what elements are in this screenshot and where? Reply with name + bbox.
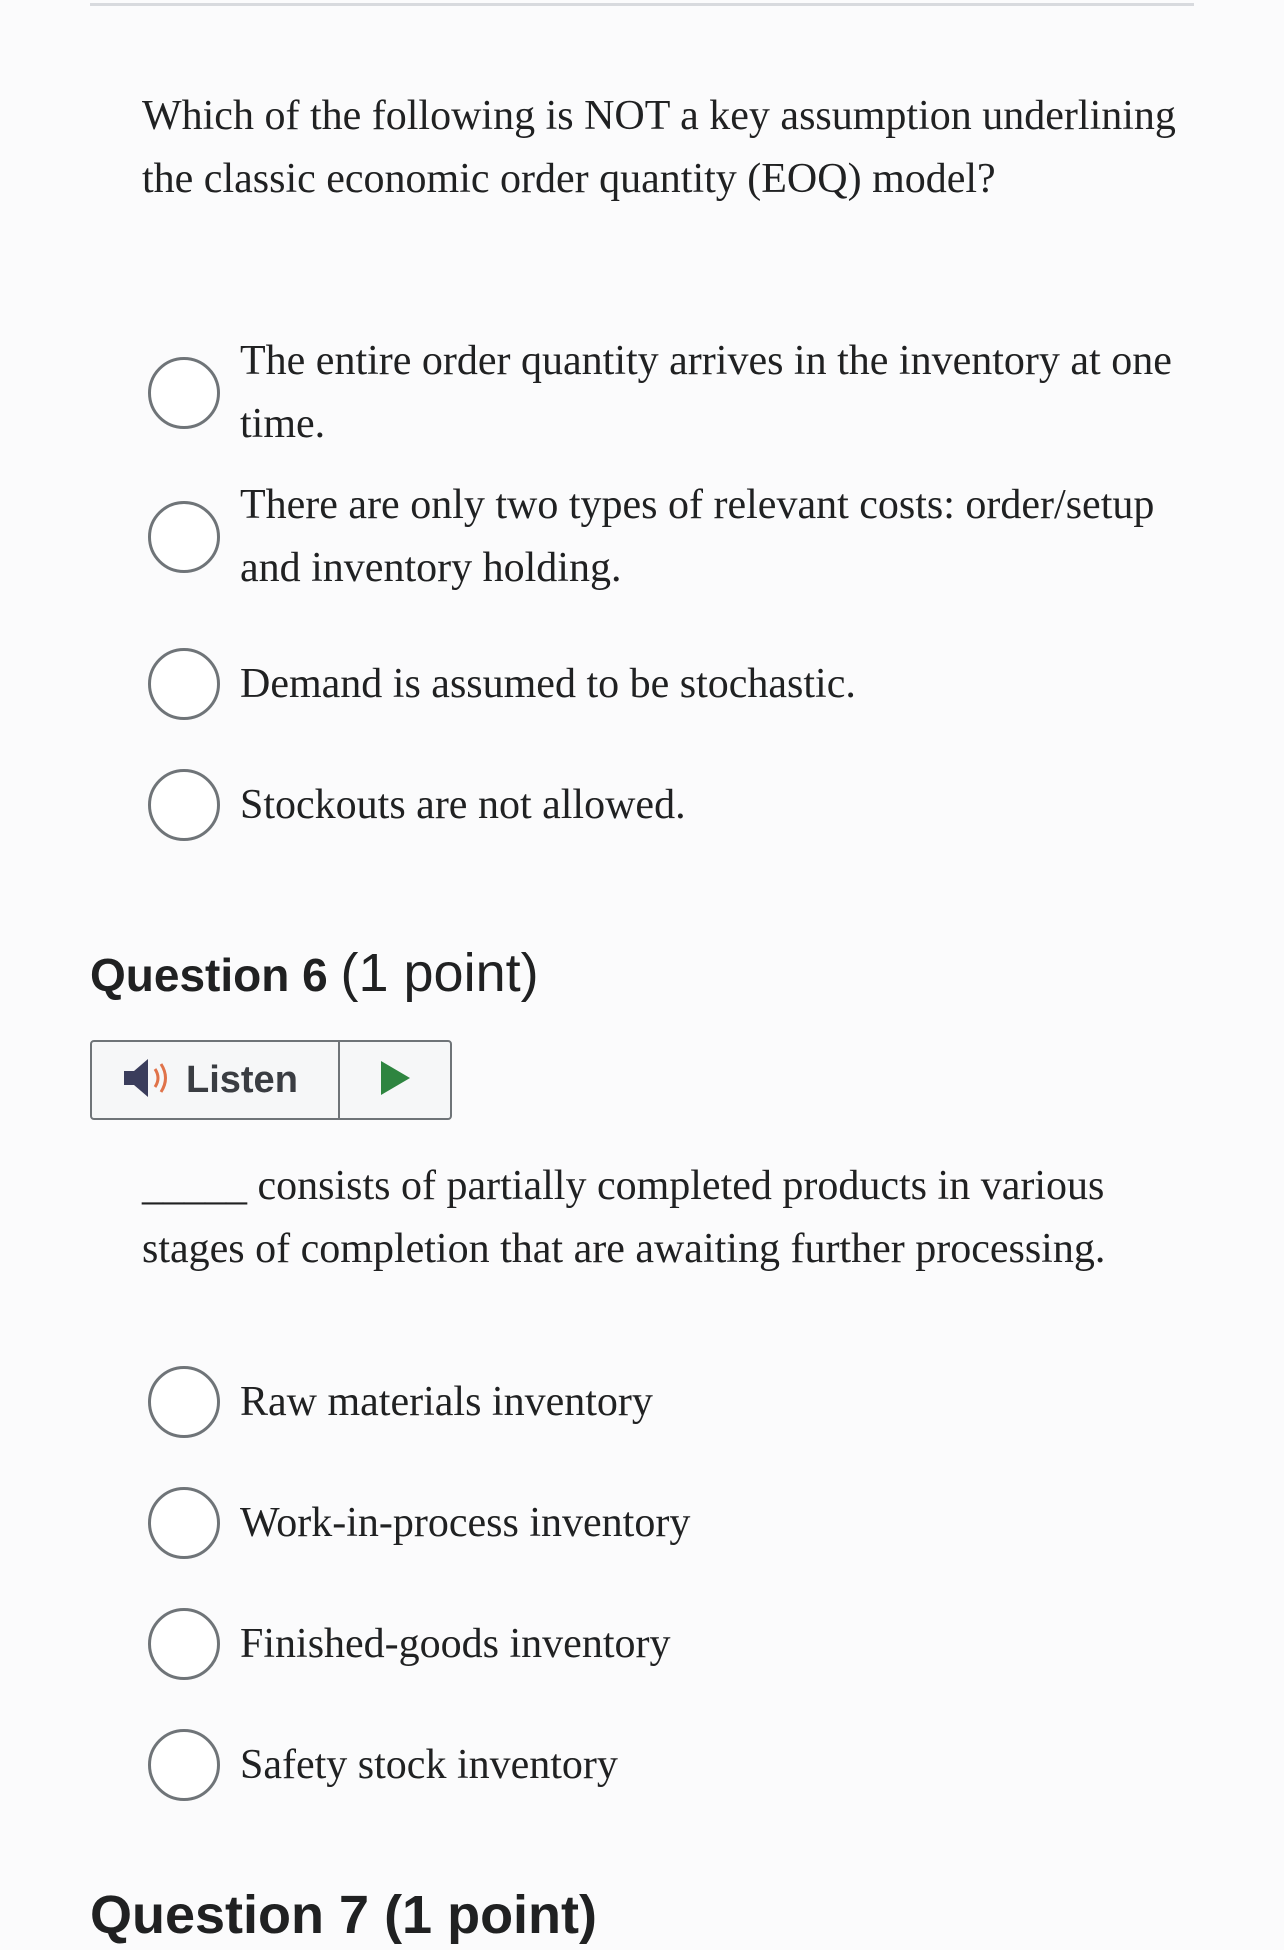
radio-unchecked-icon[interactable] <box>148 501 220 573</box>
listen-button[interactable]: Listen <box>92 1042 340 1118</box>
radio-unchecked-icon[interactable] <box>148 357 220 429</box>
radio-unchecked-icon[interactable] <box>148 1729 220 1801</box>
option-label: Finished-goods inventory <box>240 1620 671 1667</box>
question-5-text: Which of the following is NOT a key assu… <box>142 93 1176 202</box>
listen-label: Listen <box>186 1058 298 1101</box>
question-7-points: (1 point) <box>384 1885 598 1945</box>
question-6-title: Question 6 <box>90 949 328 1001</box>
option-label: Work-in-process inventory <box>240 1499 691 1546</box>
question-6-points: (1 point) <box>340 943 539 1003</box>
option-label: Safety stock inventory <box>240 1741 618 1788</box>
play-icon <box>377 1058 413 1103</box>
radio-unchecked-icon[interactable] <box>148 1608 220 1680</box>
question-5-option-2[interactable]: There are only two types of relevant cos… <box>148 474 1208 600</box>
radio-unchecked-icon[interactable] <box>148 1487 220 1559</box>
question-5-option-3[interactable]: Demand is assumed to be stochastic. <box>148 648 1208 720</box>
radio-unchecked-icon[interactable] <box>148 769 220 841</box>
question-6-heading: Question 6 (1 point) <box>90 938 539 1010</box>
question-5-option-1[interactable]: The entire order quantity arrives in the… <box>148 330 1208 456</box>
radio-unchecked-icon[interactable] <box>148 1366 220 1438</box>
question-7-heading: Question 7 (1 point) <box>90 1880 597 1950</box>
question-6-option-2[interactable]: Work-in-process inventory <box>148 1487 1208 1559</box>
listen-widget: Listen <box>90 1040 452 1120</box>
question-6-text: _____ consists of partially completed pr… <box>142 1163 1106 1272</box>
radio-unchecked-icon[interactable] <box>148 648 220 720</box>
speaker-icon <box>120 1055 174 1106</box>
play-button[interactable] <box>340 1042 450 1118</box>
question-6-option-4[interactable]: Safety stock inventory <box>148 1729 1208 1801</box>
option-label: There are only two types of relevant cos… <box>240 482 1155 591</box>
option-label: Stockouts are not allowed. <box>240 781 686 828</box>
question-6-option-1[interactable]: Raw materials inventory <box>148 1366 1208 1438</box>
option-label: The entire order quantity arrives in the… <box>240 338 1172 447</box>
option-label: Raw materials inventory <box>240 1378 653 1425</box>
question-5-option-4[interactable]: Stockouts are not allowed. <box>148 769 1208 841</box>
question-6-option-3[interactable]: Finished-goods inventory <box>148 1608 1208 1680</box>
option-label: Demand is assumed to be stochastic. <box>240 660 856 707</box>
top-divider <box>90 3 1194 6</box>
question-7-title: Question 7 <box>90 1885 370 1945</box>
